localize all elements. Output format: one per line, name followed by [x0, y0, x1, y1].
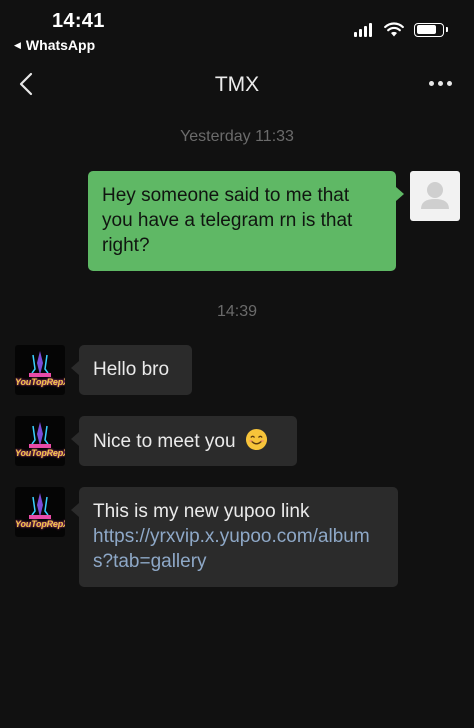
more-options-button[interactable] — [425, 81, 452, 86]
back-triangle-icon: ◀ — [14, 39, 21, 50]
contact-avatar[interactable]: YouTopRepX — [15, 416, 65, 466]
message-link[interactable]: https://yrxvip.x.yupoo.com/albums?tab=ga… — [93, 524, 384, 574]
contact-avatar-label: YouTopRepX — [15, 377, 65, 387]
incoming-message-bubble[interactable]: Hello bro — [71, 345, 192, 395]
status-bar: 14:41 ◀ WhatsApp — [0, 0, 474, 58]
contact-avatar[interactable]: YouTopRepX — [15, 487, 65, 537]
cellular-signal-icon — [354, 22, 374, 37]
battery-icon — [414, 22, 448, 37]
message-text: Nice to meet you — [93, 431, 236, 452]
message-text: Hey someone said to me that you have a t… — [102, 185, 353, 256]
status-icons — [354, 22, 448, 37]
contact-avatar[interactable]: YouTopRepX — [15, 345, 65, 395]
user-avatar[interactable] — [410, 171, 460, 221]
back-to-app-button[interactable]: ◀ WhatsApp — [14, 37, 95, 53]
contact-avatar-label: YouTopRepX — [15, 448, 65, 458]
message-text: This is my new yupoo link — [93, 501, 310, 522]
chat-title: TMX — [214, 73, 260, 96]
wifi-icon — [384, 22, 404, 37]
outgoing-message-bubble[interactable]: Hey someone said to me that you have a t… — [88, 171, 404, 271]
contact-logo-icon — [29, 422, 51, 448]
default-person-icon — [421, 182, 449, 209]
smiling-face-emoji-icon — [245, 428, 267, 451]
timestamp-today: 14:39 — [216, 303, 258, 320]
message-text: Hello bro — [93, 359, 170, 380]
chat-header: TMX — [0, 62, 474, 106]
contact-logo-icon — [29, 351, 51, 377]
status-time: 14:41 — [52, 10, 105, 32]
back-app-label: WhatsApp — [25, 37, 96, 53]
contact-avatar-label: YouTopRepX — [15, 519, 65, 529]
timestamp-yesterday: Yesterday 11:33 — [180, 128, 294, 145]
incoming-message-bubble[interactable]: This is my new yupoo link https://yrxvip… — [71, 487, 398, 587]
incoming-message-bubble[interactable]: Nice to meet you — [71, 416, 297, 466]
contact-logo-icon — [29, 493, 51, 519]
